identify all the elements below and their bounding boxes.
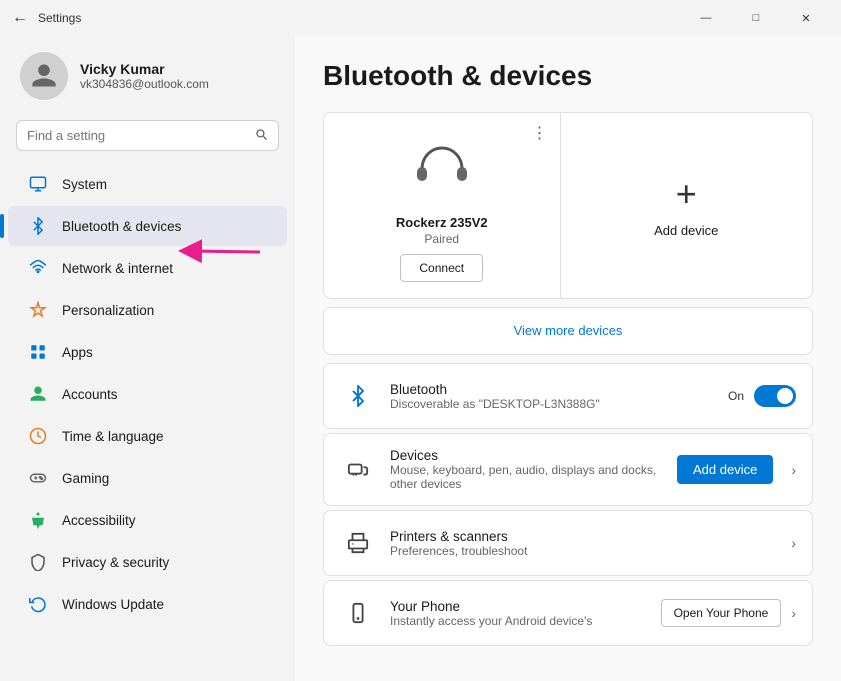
- close-button[interactable]: ✕: [783, 3, 829, 33]
- app-container: Vicky Kumar vk304836@outlook.com System: [0, 36, 841, 681]
- printers-settings-row[interactable]: Printers & scanners Preferences, trouble…: [323, 510, 813, 576]
- title-bar-left: ← Settings: [12, 9, 81, 27]
- nav-label-network: Network & internet: [62, 261, 267, 276]
- bluetooth-icon: [28, 216, 48, 236]
- sidebar-profile[interactable]: Vicky Kumar vk304836@outlook.com: [0, 36, 295, 112]
- accessibility-icon: [28, 510, 48, 530]
- update-icon: [28, 594, 48, 614]
- device-name: Rockerz 235V2: [396, 215, 488, 230]
- search-icon: [254, 127, 268, 144]
- title-bar-title: Settings: [38, 11, 81, 25]
- nav-item-update[interactable]: Windows Update: [8, 584, 287, 624]
- toggle-on-label: On: [728, 389, 744, 403]
- phone-settings-row[interactable]: Your Phone Instantly access your Android…: [323, 580, 813, 646]
- devices-chevron-icon: ›: [791, 462, 796, 478]
- printers-row-icon: [340, 525, 376, 561]
- nav-label-accessibility: Accessibility: [62, 513, 267, 528]
- gaming-icon: [28, 468, 48, 488]
- nav-label-update: Windows Update: [62, 597, 267, 612]
- accounts-icon: [28, 384, 48, 404]
- maximize-button[interactable]: □: [733, 3, 779, 33]
- apps-icon: [28, 342, 48, 362]
- phone-row-action: Open Your Phone ›: [661, 599, 796, 627]
- system-icon: [28, 174, 48, 194]
- view-more-link[interactable]: View more devices: [514, 323, 623, 338]
- add-device-card[interactable]: + Add device: [561, 113, 813, 298]
- bluetooth-row-title: Bluetooth: [390, 382, 714, 397]
- nav-item-apps[interactable]: Apps: [8, 332, 287, 372]
- nav-item-accounts[interactable]: Accounts: [8, 374, 287, 414]
- nav-item-bluetooth[interactable]: Bluetooth & devices: [8, 206, 287, 246]
- phone-row-icon: [340, 595, 376, 631]
- nav-item-privacy[interactable]: Privacy & security: [8, 542, 287, 582]
- printers-chevron-icon: ›: [791, 535, 796, 551]
- bluetooth-toggle-area: On: [728, 385, 796, 407]
- minimize-button[interactable]: —: [683, 3, 729, 33]
- devices-row-action: Add device ›: [677, 455, 796, 484]
- open-phone-button[interactable]: Open Your Phone: [661, 599, 782, 627]
- profile-info: Vicky Kumar vk304836@outlook.com: [80, 61, 209, 91]
- sidebar: Vicky Kumar vk304836@outlook.com System: [0, 36, 295, 681]
- phone-row-subtitle: Instantly access your Android device's: [390, 614, 647, 628]
- nav-item-time[interactable]: Time & language: [8, 416, 287, 456]
- device-card-rockerz: ⋮ Rockerz 235V2 Paired Connect: [324, 113, 561, 298]
- content-area: Bluetooth & devices ⋮ Rockerz 235V2 Pair…: [295, 36, 841, 681]
- bluetooth-toggle[interactable]: [754, 385, 796, 407]
- network-icon: [28, 258, 48, 278]
- nav-label-system: System: [62, 177, 267, 192]
- connect-button[interactable]: Connect: [400, 254, 483, 282]
- view-more-row[interactable]: View more devices: [323, 307, 813, 355]
- devices-row-title: Devices: [390, 448, 663, 463]
- headphone-icon: [412, 141, 472, 207]
- time-icon: [28, 426, 48, 446]
- device-menu-icon[interactable]: ⋮: [532, 123, 548, 143]
- nav-item-gaming[interactable]: Gaming: [8, 458, 287, 498]
- search-box[interactable]: [16, 120, 279, 151]
- devices-row-subtitle: Mouse, keyboard, pen, audio, displays an…: [390, 463, 663, 491]
- profile-email: vk304836@outlook.com: [80, 77, 209, 91]
- printers-row-subtitle: Preferences, troubleshoot: [390, 544, 777, 558]
- bluetooth-settings-row[interactable]: Bluetooth Discoverable as "DESKTOP-L3N38…: [323, 363, 813, 429]
- nav-label-privacy: Privacy & security: [62, 555, 267, 570]
- bluetooth-row-subtitle: Discoverable as "DESKTOP-L3N388G": [390, 397, 714, 411]
- nav-item-system[interactable]: System: [8, 164, 287, 204]
- devices-row-content: Devices Mouse, keyboard, pen, audio, dis…: [390, 448, 663, 491]
- personalization-icon: [28, 300, 48, 320]
- add-label: Add device: [654, 223, 718, 238]
- phone-row-title: Your Phone: [390, 599, 647, 614]
- nav-label-personalization: Personalization: [62, 303, 267, 318]
- device-status: Paired: [424, 232, 459, 246]
- nav-label-bluetooth: Bluetooth & devices: [62, 219, 267, 234]
- add-device-button[interactable]: Add device: [677, 455, 773, 484]
- back-icon[interactable]: ←: [12, 9, 28, 27]
- bluetooth-row-content: Bluetooth Discoverable as "DESKTOP-L3N38…: [390, 382, 714, 411]
- nav-label-gaming: Gaming: [62, 471, 267, 486]
- devices-row-icon: [340, 452, 376, 488]
- page-title: Bluetooth & devices: [323, 60, 813, 92]
- profile-name: Vicky Kumar: [80, 61, 209, 77]
- printers-row-action: ›: [791, 535, 796, 551]
- nav-item-network[interactable]: Network & internet: [8, 248, 287, 288]
- nav-label-time: Time & language: [62, 429, 267, 444]
- privacy-icon: [28, 552, 48, 572]
- phone-row-content: Your Phone Instantly access your Android…: [390, 599, 647, 628]
- printers-row-content: Printers & scanners Preferences, trouble…: [390, 529, 777, 558]
- add-icon: +: [676, 173, 697, 215]
- title-bar: ← Settings — □ ✕: [0, 0, 841, 36]
- title-bar-controls: — □ ✕: [683, 3, 829, 33]
- phone-chevron-icon: ›: [791, 605, 796, 621]
- printers-row-title: Printers & scanners: [390, 529, 777, 544]
- nav-item-personalization[interactable]: Personalization: [8, 290, 287, 330]
- devices-settings-row[interactable]: Devices Mouse, keyboard, pen, audio, dis…: [323, 433, 813, 506]
- device-cards: ⋮ Rockerz 235V2 Paired Connect + Add dev…: [323, 112, 813, 299]
- avatar: [20, 52, 68, 100]
- search-input[interactable]: [27, 128, 246, 143]
- nav-label-apps: Apps: [62, 345, 267, 360]
- bluetooth-settings-icon: [340, 378, 376, 414]
- nav-label-accounts: Accounts: [62, 387, 267, 402]
- nav-item-accessibility[interactable]: Accessibility: [8, 500, 287, 540]
